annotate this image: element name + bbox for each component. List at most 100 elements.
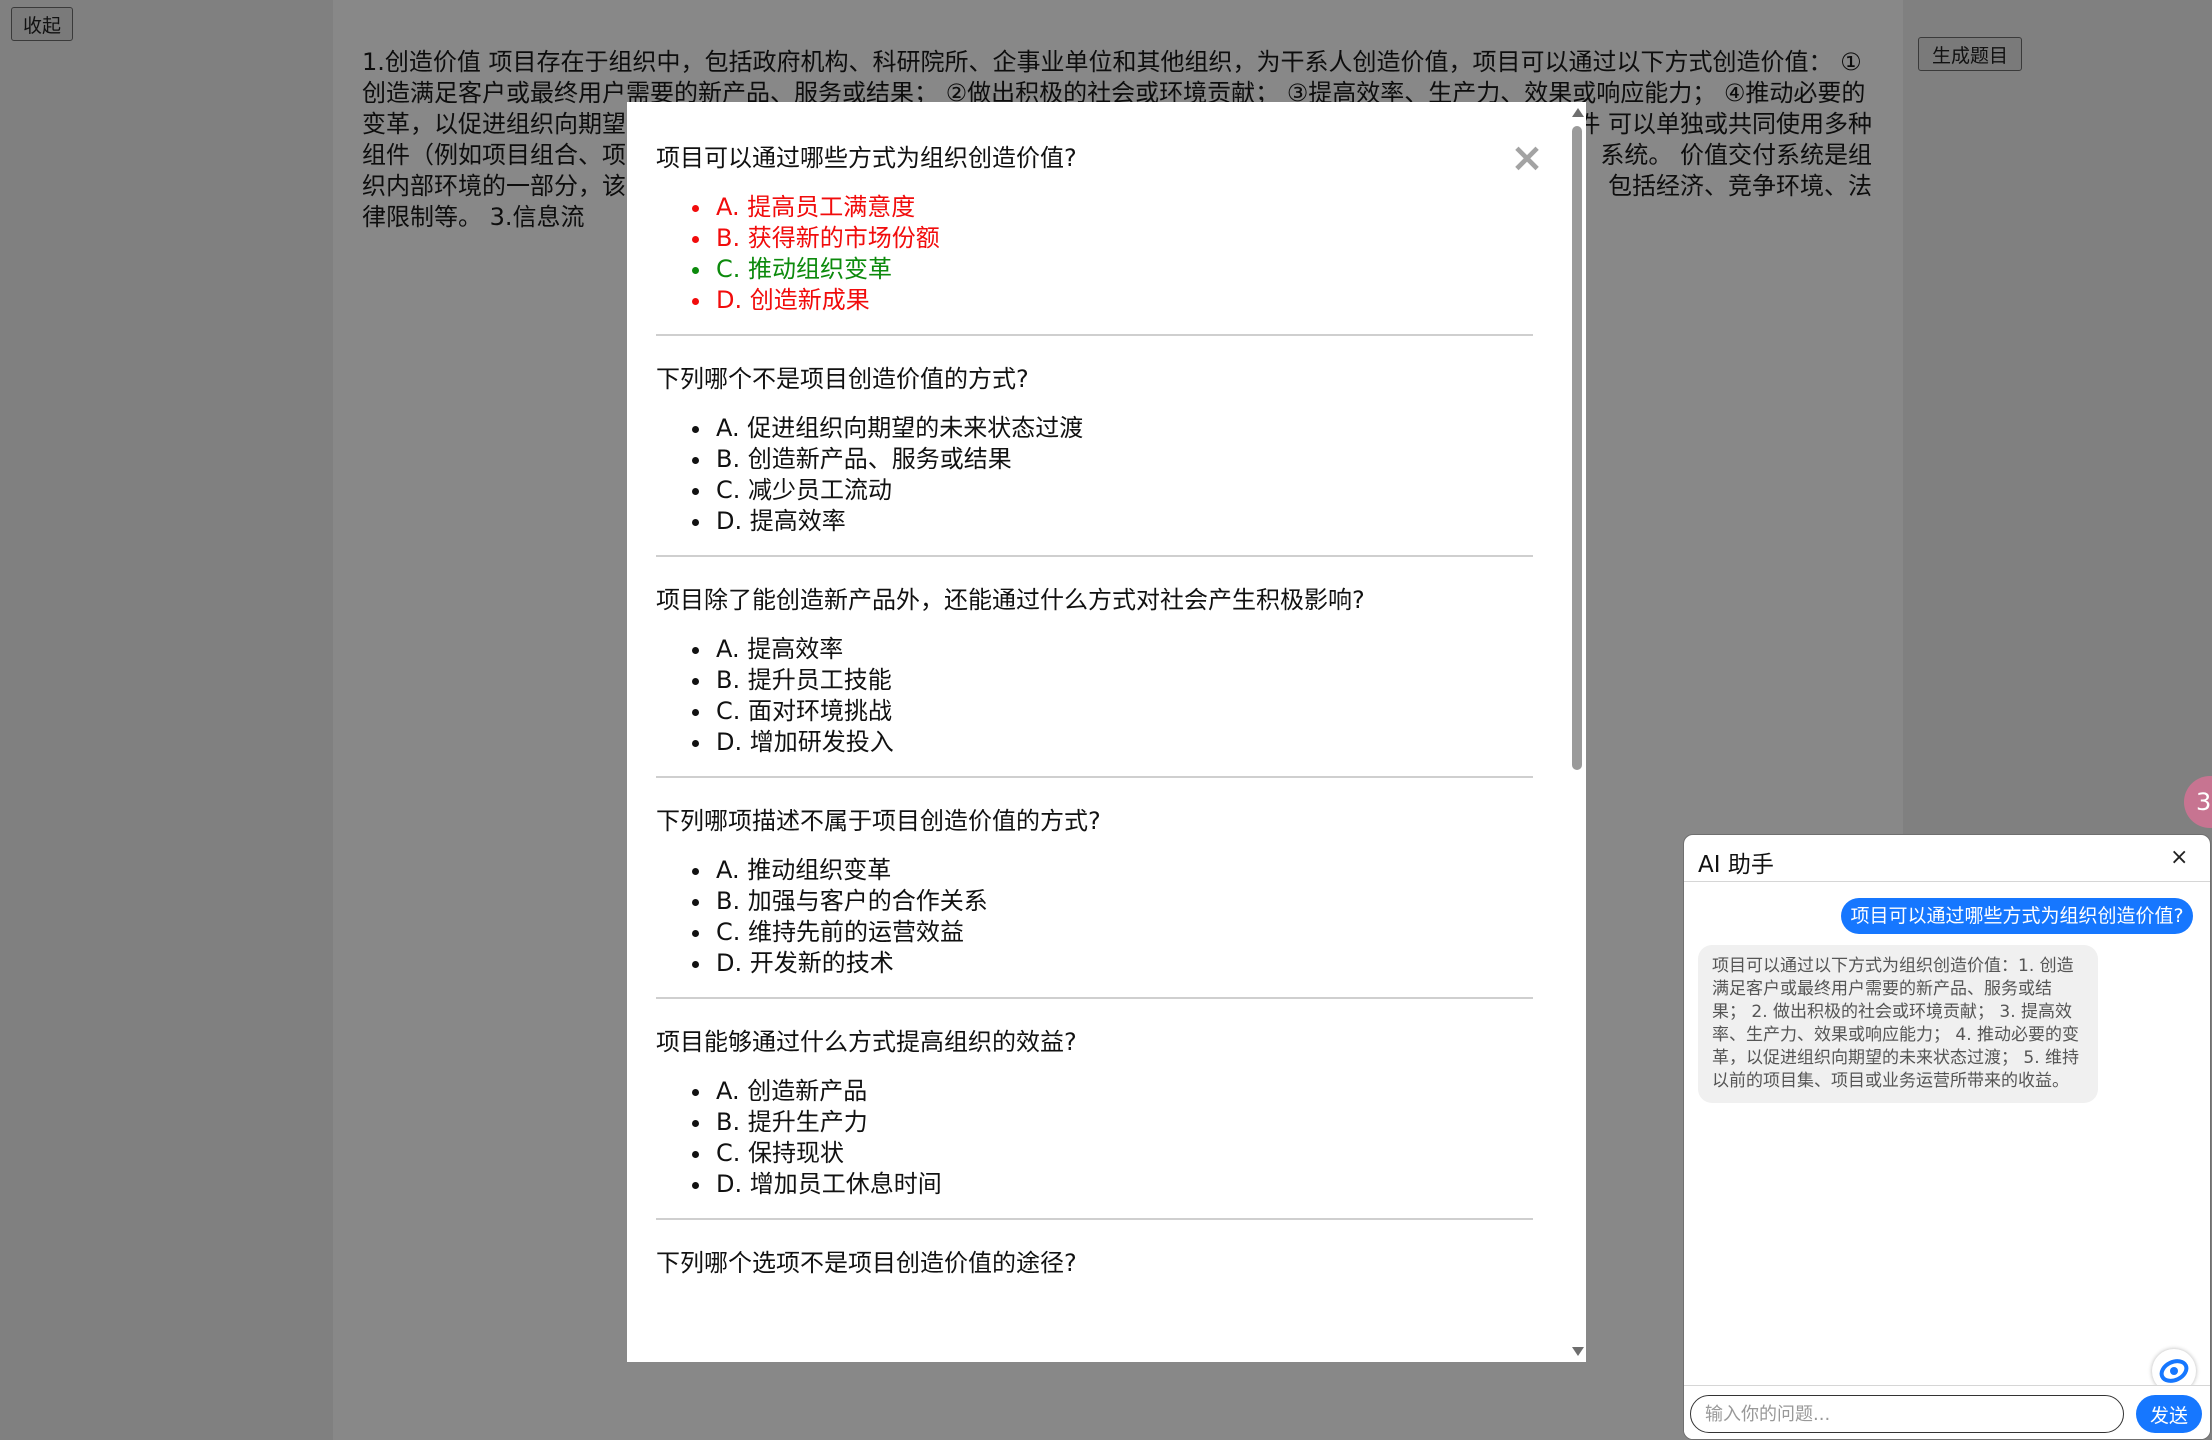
ai-question-input[interactable] <box>1690 1395 2124 1433</box>
bullet-icon <box>692 298 699 305</box>
bullet-icon <box>692 205 699 212</box>
bullet-icon <box>692 1182 699 1189</box>
answer-option-label: A. 提高效率 <box>716 635 844 663</box>
collapse-button[interactable]: 收起 <box>11 7 73 41</box>
answer-option[interactable]: B. 获得新的市场份额 <box>692 223 1533 254</box>
bullet-icon <box>692 709 699 716</box>
bullet-icon <box>692 930 699 937</box>
assistant-message-bubble: 项目可以通过以下方式为组织创造价值：1. 创造满足客户或最终用户需要的新产品、服… <box>1698 945 2098 1103</box>
bullet-icon <box>692 678 699 685</box>
answer-option-label: A. 推动组织变革 <box>716 856 892 884</box>
answer-option[interactable]: D. 创造新成果 <box>692 285 1533 316</box>
ai-panel-title: AI 助手 <box>1698 852 1774 878</box>
source-line: 包括经济、竞争环境、法 <box>1608 172 1872 200</box>
answer-option-label: C. 面对环境挑战 <box>716 697 893 725</box>
answer-option-label: B. 提升员工技能 <box>716 666 892 694</box>
answer-option-label: A. 创造新产品 <box>716 1077 868 1105</box>
question-block: 下列哪个不是项目创造价值的方式? A. 促进组织向期望的未来状态过渡 B. 创造新产… <box>656 363 1533 557</box>
question-text: 下列哪个选项不是项目创造价值的途径? <box>656 1249 1077 1277</box>
bullet-icon <box>692 267 699 274</box>
question-block: 下列哪个选项不是项目创造价值的途径? <box>656 1247 1533 1315</box>
answer-option-label: A. 促进组织向期望的未来状态过渡 <box>716 414 1084 442</box>
ai-input-bar: 发送 <box>1684 1385 2210 1439</box>
bullet-icon <box>692 868 699 875</box>
answer-option-label: B. 创造新产品、服务或结果 <box>716 445 1012 473</box>
answer-option-label: C. 维持先前的运营效益 <box>716 918 965 946</box>
bullet-icon <box>692 1120 699 1127</box>
source-line: 件 可以单独或共同使用多种 <box>1576 110 1872 138</box>
ai-assistant-panel: AI 助手 × 项目可以通过哪些方式为组织创造价值? 项目可以通过以下方式为组织… <box>1683 834 2211 1440</box>
questions-modal: × 项目可以通过哪些方式为组织创造价值? A. 提高员工满意度 B. 获得新的市场份… <box>627 102 1586 1362</box>
user-message-bubble: 项目可以通过哪些方式为组织创造价值? <box>1841 898 2193 934</box>
bullet-icon <box>692 426 699 433</box>
generate-questions-button[interactable]: 生成题目 <box>1918 37 2022 71</box>
source-line: 1.创造价值 项目存在于组织中，包括政府机构、科研院所、企事业单位和其他组织，为… <box>362 48 1862 76</box>
answer-option-label: A. 提高员工满意度 <box>716 193 916 221</box>
answer-option[interactable]: D. 提高效率 <box>692 506 1533 537</box>
answer-option[interactable]: D. 增加员工休息时间 <box>692 1169 1533 1200</box>
question-options: A. 提高效率 B. 提升员工技能 C. 面对环境挑战 D. 增加研发投入 <box>656 634 1533 758</box>
bullet-icon <box>692 961 699 968</box>
answer-option-label: B. 加强与客户的合作关系 <box>716 887 988 915</box>
modal-scrollbar[interactable] <box>1568 102 1586 1362</box>
question-block: 项目可以通过哪些方式为组织创造价值? A. 提高员工满意度 B. 获得新的市场份额 C… <box>656 142 1533 336</box>
source-line: 系统。 价值交付系统是组 <box>1600 141 1872 169</box>
answer-option-label: D. 增加研发投入 <box>716 728 894 756</box>
scroll-up-arrow-icon[interactable] <box>1572 108 1584 117</box>
answer-option-label: B. 提升生产力 <box>716 1108 868 1136</box>
bullet-icon <box>692 1089 699 1096</box>
answer-option[interactable]: C. 保持现状 <box>692 1138 1533 1169</box>
question-text: 下列哪项描述不属于项目创造价值的方式? <box>656 807 1101 835</box>
questions-list: 项目可以通过哪些方式为组织创造价值? A. 提高员工满意度 B. 获得新的市场份额 C… <box>656 142 1533 1342</box>
answer-option[interactable]: A. 推动组织变革 <box>692 855 1533 886</box>
answer-option-label: C. 保持现状 <box>716 1139 845 1167</box>
question-options: A. 促进组织向期望的未来状态过渡 B. 创造新产品、服务或结果 C. 减少员工流动… <box>656 413 1533 537</box>
source-line: 组件（例如项目组合、项 <box>362 141 626 169</box>
answer-option[interactable]: B. 提升员工技能 <box>692 665 1533 696</box>
answer-option[interactable]: C. 减少员工流动 <box>692 475 1533 506</box>
answer-option[interactable]: A. 提高效率 <box>692 634 1533 665</box>
answer-option[interactable]: A. 促进组织向期望的未来状态过渡 <box>692 413 1533 444</box>
question-options: A. 提高员工满意度 B. 获得新的市场份额 C. 推动组织变革 D. 创造新成果 <box>656 192 1533 316</box>
bullet-icon <box>692 899 699 906</box>
bullet-icon <box>692 519 699 526</box>
answer-option[interactable]: A. 创造新产品 <box>692 1076 1533 1107</box>
question-text: 项目能够通过什么方式提高组织的效益? <box>656 1028 1077 1056</box>
bullet-icon <box>692 236 699 243</box>
answer-option-label: D. 提高效率 <box>716 507 846 535</box>
ai-panel-header: AI 助手 × <box>1684 835 2210 882</box>
answer-option[interactable]: B. 创造新产品、服务或结果 <box>692 444 1533 475</box>
question-options: A. 创造新产品 B. 提升生产力 C. 保持现状 D. 增加员工休息时间 <box>656 1076 1533 1200</box>
answer-option[interactable]: A. 提高员工满意度 <box>692 192 1533 223</box>
answer-option[interactable]: B. 提升生产力 <box>692 1107 1533 1138</box>
scroll-down-arrow-icon[interactable] <box>1572 1347 1584 1356</box>
answer-option[interactable]: D. 增加研发投入 <box>692 727 1533 758</box>
question-options: A. 推动组织变革 B. 加强与客户的合作关系 C. 维持先前的运营效益 D. 开发新… <box>656 855 1533 979</box>
send-button[interactable]: 发送 <box>2136 1395 2202 1433</box>
ai-panel-close-icon[interactable]: × <box>2170 845 2188 870</box>
answer-option-label: C. 减少员工流动 <box>716 476 893 504</box>
question-text: 项目可以通过哪些方式为组织创造价值? <box>656 144 1077 172</box>
answer-option-label: D. 开发新的技术 <box>716 949 894 977</box>
source-line: 变革，以促进组织向期望 <box>362 110 626 138</box>
bullet-icon <box>692 740 699 747</box>
answer-option[interactable]: C. 面对环境挑战 <box>692 696 1533 727</box>
answer-option[interactable]: B. 加强与客户的合作关系 <box>692 886 1533 917</box>
answer-option-label: D. 增加员工休息时间 <box>716 1170 942 1198</box>
source-line: 织内部环境的一部分，该 <box>362 172 626 200</box>
answer-option-label: D. 创造新成果 <box>716 286 870 314</box>
question-text: 下列哪个不是项目创造价值的方式? <box>656 365 1029 393</box>
bullet-icon <box>692 457 699 464</box>
answer-option[interactable]: C. 维持先前的运营效益 <box>692 917 1533 948</box>
answer-option[interactable]: D. 开发新的技术 <box>692 948 1533 979</box>
answer-option-label: B. 获得新的市场份额 <box>716 224 940 252</box>
question-block: 项目能够通过什么方式提高组织的效益? A. 创造新产品 B. 提升生产力 C. 保持现… <box>656 1026 1533 1220</box>
question-block: 项目除了能创造新产品外，还能通过什么方式对社会产生积极影响? A. 提高效率 B. … <box>656 584 1533 778</box>
bullet-icon <box>692 647 699 654</box>
answer-option-label: C. 推动组织变革 <box>716 255 893 283</box>
scrollbar-thumb[interactable] <box>1572 126 1582 770</box>
question-text: 项目除了能创造新产品外，还能通过什么方式对社会产生积极影响? <box>656 586 1365 614</box>
bullet-icon <box>692 488 699 495</box>
bullet-icon <box>692 1151 699 1158</box>
answer-option[interactable]: C. 推动组织变革 <box>692 254 1533 285</box>
